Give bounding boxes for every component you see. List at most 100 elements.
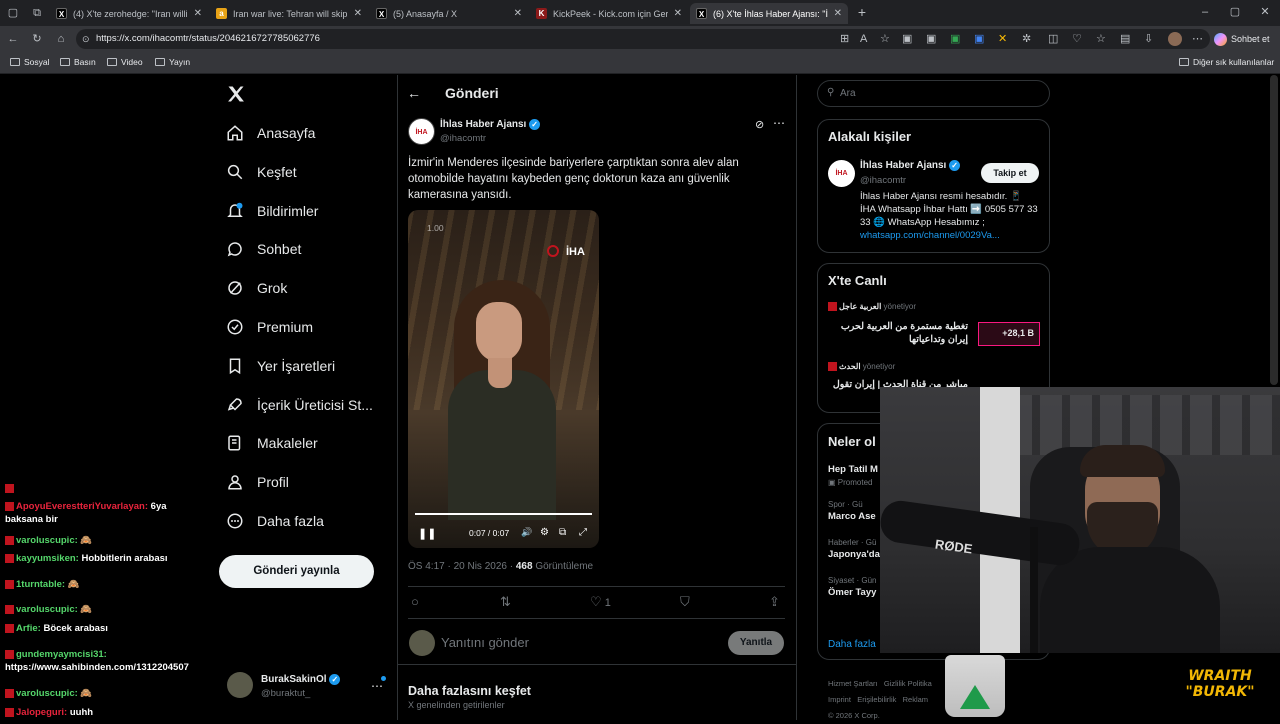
related-avatar[interactable]: İHA: [828, 160, 855, 187]
browser-essentials-icon[interactable]: ♡: [1072, 32, 1082, 46]
close-window-icon[interactable]: ✕: [1258, 5, 1272, 19]
extension-icon[interactable]: ▣: [926, 32, 936, 46]
browser-tab[interactable]: X (5) Anasayfa / X ✕: [370, 3, 528, 24]
app-available-icon[interactable]: ⊞: [840, 32, 849, 46]
extensions-puzzle-icon[interactable]: ✲: [1022, 32, 1031, 46]
playback-speed[interactable]: 1.00: [427, 223, 444, 233]
video-player[interactable]: 1.00 İHA ❚❚ 0:07 / 0:07 🔊 ⚙ ⧉ ⤢: [408, 210, 599, 548]
footer-link[interactable]: Imprint: [828, 695, 851, 704]
x-logo[interactable]: [226, 84, 246, 104]
profile-avatar[interactable]: [1168, 32, 1182, 46]
post-timestamp[interactable]: ÖS 4:17 · 20 Nis 2026 ·: [408, 561, 513, 572]
author-handle[interactable]: @ihacomtr: [440, 133, 486, 144]
author-name[interactable]: İhlas Haber Ajansı: [440, 119, 526, 130]
copilot-chat-button[interactable]: Sohbet et: [1214, 30, 1270, 48]
account-switcher[interactable]: BurakSakinOl ✓ @buraktut_ ⋯: [227, 672, 387, 702]
picture-in-picture-icon[interactable]: ⧉: [559, 527, 566, 538]
reply-button[interactable]: Yanıtla: [728, 631, 784, 655]
refresh-icon[interactable]: ↻: [30, 32, 44, 46]
related-handle[interactable]: @ihacomtr: [860, 175, 906, 186]
new-tab-icon[interactable]: +: [855, 5, 869, 19]
more-options-icon[interactable]: ⋯: [371, 679, 383, 693]
chat-button-label: Sohbet et: [1231, 34, 1270, 44]
nav-item[interactable]: Daha fazla: [226, 508, 324, 534]
follow-button[interactable]: Takip et: [981, 163, 1039, 183]
maximize-icon[interactable]: ▢: [1228, 5, 1242, 19]
menu-icon[interactable]: ⋯: [1192, 32, 1203, 46]
extension-icon[interactable]: ▣: [974, 32, 984, 46]
more-options-icon[interactable]: ⋯: [773, 116, 785, 130]
nav-item[interactable]: Keşfet: [226, 159, 297, 185]
repost-icon[interactable]: ⇅: [500, 594, 511, 610]
volume-icon[interactable]: 🔊: [521, 527, 532, 538]
nav-item[interactable]: Yer İşaretleri: [226, 353, 335, 379]
browser-tab[interactable]: K KickPeek - Kick.com için Gerçek Za ✕: [530, 3, 688, 24]
other-bookmarks-folder[interactable]: Diğer sık kullanılanlar: [1179, 57, 1274, 67]
chat-badge-icon: [5, 501, 14, 511]
footer-link[interactable]: Gizlilik Politika: [884, 679, 932, 688]
like-button[interactable]: ♡ 1: [590, 594, 611, 610]
site-info-icon[interactable]: ⊙: [82, 32, 90, 46]
nav-item[interactable]: Profil: [226, 469, 289, 495]
related-link[interactable]: whatsapp.com/channel/0029Va...: [860, 230, 1000, 241]
nav-item[interactable]: İçerik Üreticisi St...: [226, 392, 373, 418]
settings-icon[interactable]: ⚙: [540, 527, 549, 538]
close-tab-icon[interactable]: ✕: [354, 8, 362, 19]
footer-link[interactable]: Erişilebilirlik: [857, 695, 896, 704]
scrollbar[interactable]: [1270, 75, 1278, 385]
back-icon[interactable]: ←: [6, 32, 20, 46]
close-tab-icon[interactable]: ✕: [514, 8, 522, 19]
nav-item[interactable]: Sohbet: [226, 236, 301, 262]
author-avatar[interactable]: İHA: [408, 118, 435, 145]
post-button[interactable]: Gönderi yayınla: [219, 555, 374, 588]
minimize-icon[interactable]: –: [1198, 5, 1212, 19]
back-arrow-icon[interactable]: ←: [407, 85, 421, 101]
close-tab-icon[interactable]: ✕: [674, 8, 682, 19]
browser-tab[interactable]: a Iran war live: Tehran will skip talks ✕: [210, 3, 368, 24]
chat-icon: [227, 242, 242, 257]
nav-item[interactable]: Grok: [226, 275, 287, 301]
extension-icon[interactable]: ▣: [950, 32, 960, 46]
downloads-icon[interactable]: ⇩: [1144, 32, 1153, 46]
bookmark-folder[interactable]: Yayın: [155, 57, 190, 67]
browser-tab[interactable]: X (6) X'te İhlas Haber Ajansı: "İzmir'i ✕: [690, 3, 848, 24]
bookmark-icon[interactable]: ⛉: [680, 594, 690, 610]
reply-icon[interactable]: ○: [411, 594, 419, 609]
show-more-link[interactable]: Daha fazla: [828, 639, 876, 650]
favorite-star-icon[interactable]: ☆: [880, 32, 890, 46]
video-progress-track[interactable]: [415, 513, 592, 515]
footer-link[interactable]: Reklam: [903, 695, 928, 704]
live-count-badge[interactable]: +28,1 B: [978, 322, 1040, 346]
reply-input[interactable]: Yanıtını gönder: [441, 635, 529, 650]
bookmark-folder[interactable]: Sosyal: [10, 57, 50, 67]
window-menu-icon[interactable]: ▢: [6, 6, 20, 20]
nav-item[interactable]: Bildirimler: [226, 198, 318, 224]
split-screen-icon[interactable]: ◫: [1048, 32, 1058, 46]
favorites-icon[interactable]: ☆: [1096, 32, 1106, 46]
browser-tab[interactable]: X (4) X'te zerohedge: "Iran willing to ✕: [50, 3, 208, 24]
footer-link[interactable]: Hizmet Şartları: [828, 679, 878, 688]
collections-icon[interactable]: ▤: [1120, 32, 1130, 46]
live-item[interactable]: العربية عاجل yönetiyor تغطية مستمرة من ا…: [828, 302, 1043, 352]
url-field[interactable]: ⊙ https://x.com/ihacomtr/status/20462167…: [76, 29, 1210, 49]
nav-item[interactable]: Anasayfa: [226, 120, 315, 146]
nav-item[interactable]: Premium: [226, 314, 313, 340]
search-input[interactable]: ⚲ Ara: [817, 80, 1050, 107]
related-name[interactable]: İhlas Haber Ajansı: [860, 160, 946, 171]
woman-body: [448, 370, 556, 520]
pause-icon[interactable]: ❚❚: [418, 527, 436, 540]
extension-icon[interactable]: ▣: [902, 32, 912, 46]
home-browser-icon[interactable]: ⌂: [54, 32, 68, 46]
bookmark-folder[interactable]: Video: [107, 57, 143, 67]
close-tab-icon[interactable]: ✕: [194, 8, 202, 19]
workspaces-icon[interactable]: ⧉: [30, 6, 44, 20]
bookmark-folder[interactable]: Basın: [60, 57, 96, 67]
extension-icon[interactable]: ✕: [998, 32, 1007, 46]
nav-item[interactable]: Makaleler: [226, 430, 318, 456]
grok-explain-icon[interactable]: ⊘: [755, 118, 764, 131]
page-title: Gönderi: [445, 85, 499, 101]
share-icon[interactable]: ⇪: [769, 594, 780, 610]
read-aloud-icon[interactable]: A: [860, 32, 867, 46]
fullscreen-icon[interactable]: ⤢: [579, 527, 587, 538]
close-tab-icon[interactable]: ✕: [834, 8, 842, 19]
